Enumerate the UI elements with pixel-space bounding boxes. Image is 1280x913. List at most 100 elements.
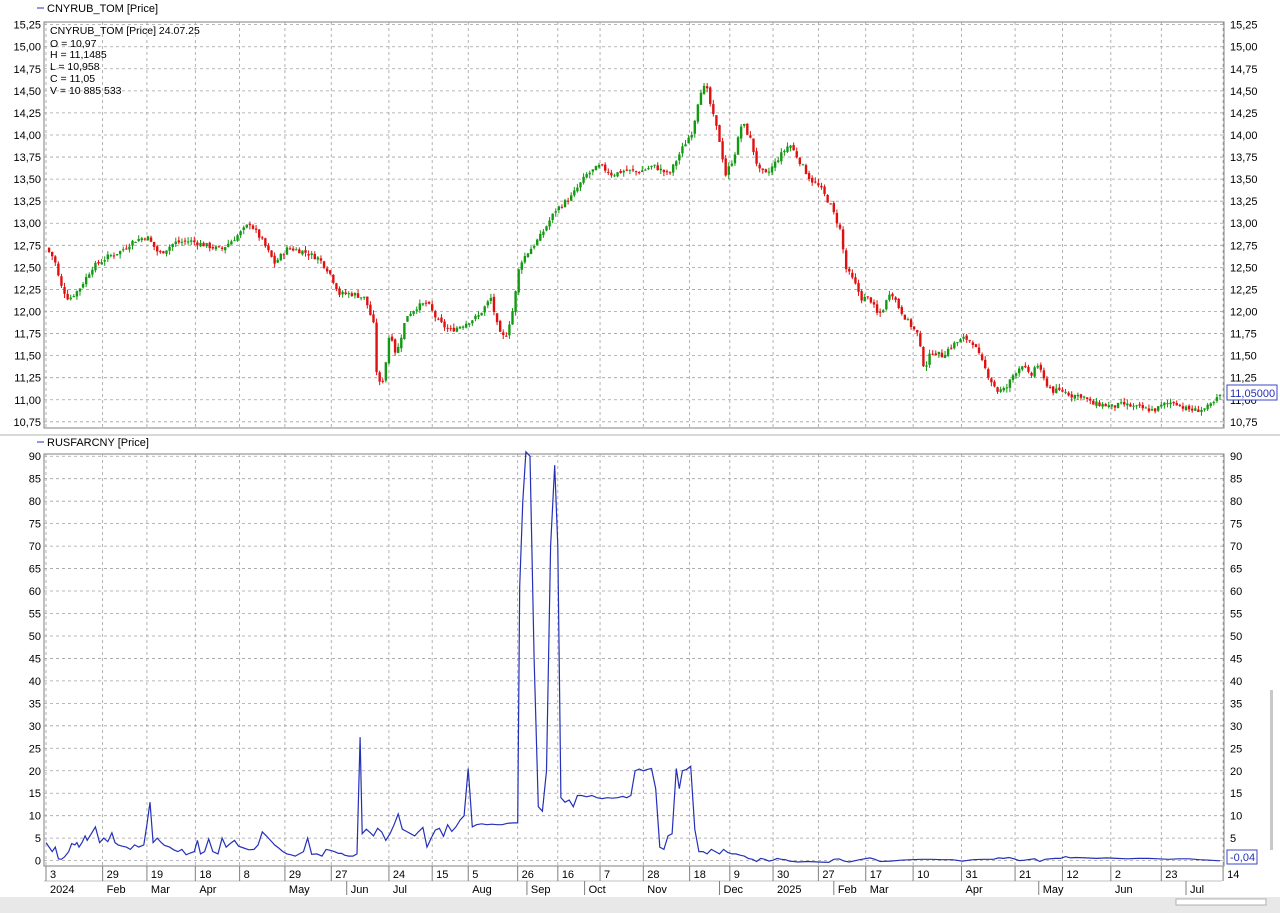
info-high: H = 11,1485 [50, 49, 107, 61]
candle-body [665, 171, 669, 173]
candle-body [662, 169, 666, 173]
candle-body [814, 181, 817, 183]
candle-body [1021, 366, 1024, 370]
candle-body [755, 151, 758, 164]
candle-body [233, 240, 236, 242]
candle-body [375, 322, 378, 373]
candle-body [619, 171, 622, 173]
candle-body [412, 311, 415, 314]
candle-body [1190, 408, 1194, 411]
candle-body [322, 261, 326, 268]
period-label: 2024 [50, 884, 74, 896]
price-y-tick-right: 10,75 [1230, 417, 1258, 429]
rate-y-tick-right: 15 [1230, 788, 1242, 800]
candle-body [461, 326, 465, 328]
candle-body [1024, 365, 1027, 368]
candle-body [752, 138, 755, 153]
candle-body [1092, 400, 1095, 405]
time-tick-label: 10 [917, 869, 929, 881]
rate-y-tick-left: 90 [29, 451, 41, 463]
candle-body [1194, 408, 1197, 411]
rate-y-tick-left: 10 [29, 811, 41, 823]
time-tick-label: 30 [777, 869, 789, 881]
candle-body [242, 227, 245, 230]
candle-body [875, 304, 879, 313]
candle-body [131, 240, 134, 246]
candle-body [838, 224, 842, 229]
candle-body [223, 247, 227, 251]
candle-body [647, 168, 650, 170]
candle-body [1051, 386, 1055, 393]
price-y-tick-right: 14,75 [1230, 64, 1258, 76]
period-label: Sep [531, 884, 551, 896]
candle-body [946, 348, 950, 356]
candle-body [236, 235, 239, 241]
candle-body [295, 249, 298, 251]
candle-body [539, 233, 542, 241]
candle-body [264, 238, 267, 247]
candle-body [854, 277, 857, 284]
candle-body [452, 327, 456, 332]
candle-body [199, 242, 202, 247]
time-tick-label: 8 [244, 869, 250, 881]
candle-body [715, 115, 718, 126]
candle-body [996, 387, 999, 392]
candle-body [770, 166, 774, 173]
vertical-scrollbar[interactable] [1270, 690, 1273, 850]
candle-body [709, 87, 712, 104]
period-label: Aug [472, 884, 492, 896]
candle-body [931, 353, 934, 355]
candle-body [156, 246, 159, 252]
price-y-tick-left: 12,50 [13, 262, 41, 274]
candle-body [47, 247, 51, 252]
candle-body [1073, 395, 1076, 399]
candle-body [675, 161, 678, 166]
candle-body [1082, 396, 1086, 398]
time-tick-label: 3 [50, 869, 56, 881]
candle-body [440, 317, 443, 323]
candle-body [1048, 386, 1052, 388]
candle-body [968, 340, 971, 342]
candle-body [739, 126, 743, 139]
candle-body [366, 296, 369, 306]
candle-body [1036, 365, 1039, 368]
candle-body [860, 291, 863, 301]
candle-body [112, 255, 116, 257]
info-title: CNYRUB_TOM [Price] 24.07.25 [50, 25, 200, 37]
candle-body [325, 268, 329, 272]
horizontal-scrollbar[interactable] [0, 897, 1280, 913]
price-y-tick-right: 12,25 [1230, 284, 1258, 296]
candle-body [730, 163, 734, 166]
candle-body [50, 251, 54, 257]
candle-body [146, 236, 150, 241]
candle-body [214, 246, 218, 250]
rate-y-tick-left: 30 [29, 721, 41, 733]
candle-body [909, 319, 913, 327]
candle-body [671, 164, 675, 173]
price-y-tick-left: 15,25 [13, 20, 41, 32]
time-tick-label: 31 [966, 869, 978, 881]
candle-body [851, 272, 854, 278]
rate-y-tick-right: 85 [1230, 474, 1242, 486]
price-legend: CNYRUB_TOM [Price] [47, 3, 158, 15]
price-y-tick-left: 13,75 [13, 152, 41, 164]
candle-body [137, 238, 140, 242]
candle-body [162, 251, 165, 254]
candle-body [727, 166, 730, 175]
candle-body [999, 389, 1002, 392]
candle-body [483, 306, 486, 313]
candle-body [356, 293, 360, 298]
candle-body [783, 150, 786, 153]
candle-body [724, 158, 727, 176]
candle-body [1076, 394, 1080, 397]
candle-body [937, 351, 941, 355]
candle-body [152, 241, 156, 247]
last-rate-badge: -0,04 [1230, 852, 1255, 864]
rate-y-tick-right: 35 [1230, 698, 1242, 710]
candle-body [115, 254, 119, 256]
scrollbar-thumb[interactable] [1175, 898, 1267, 906]
candle-body [974, 344, 978, 348]
candle-body [94, 262, 97, 271]
candle-body [1141, 405, 1144, 409]
candle-body [227, 243, 230, 247]
